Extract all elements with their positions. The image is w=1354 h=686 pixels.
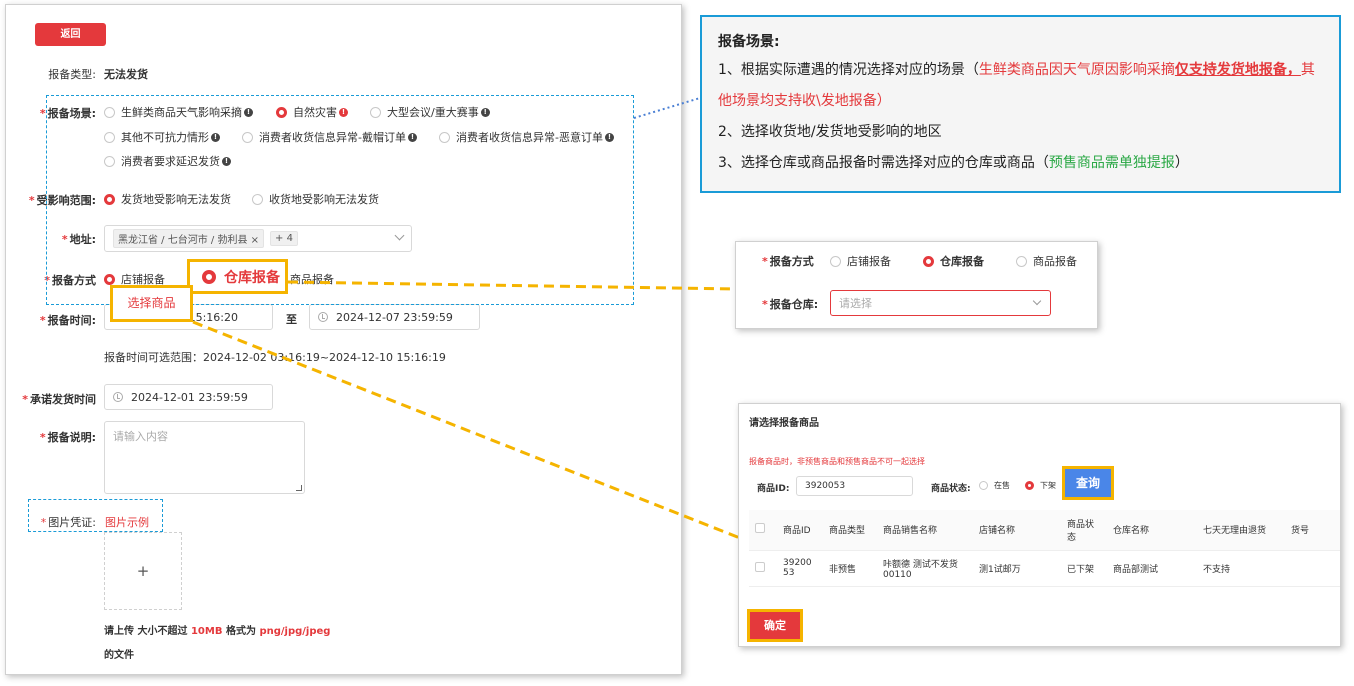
- cell-seven-day: 不支持: [1197, 550, 1285, 587]
- clock-icon: [113, 392, 123, 402]
- time-to: 至: [286, 313, 297, 326]
- warehouse-panel: * 报备方式 店铺报备 仓库报备 商品报备 * 报备仓库: 请选择: [735, 241, 1098, 329]
- status-option-offshelf[interactable]: 下架: [1025, 480, 1056, 491]
- back-button[interactable]: 返回: [35, 23, 106, 46]
- plus-icon: +: [136, 562, 150, 580]
- time-range-note: 报备时间可选范围：2024-12-02 03:16:19~2024-12-10 …: [104, 351, 446, 364]
- cell-goods-name: 咔额德 测试不发货00110: [877, 550, 973, 587]
- goods-id-input[interactable]: 3920053: [796, 476, 913, 496]
- wh-method-label: * 报备方式: [762, 255, 814, 268]
- goods-status-label: 商品状态:: [931, 484, 971, 494]
- wh-warehouse-label: * 报备仓库:: [762, 298, 819, 311]
- select-all-checkbox[interactable]: [755, 523, 765, 534]
- col-header: 七天无理由退货: [1197, 510, 1285, 551]
- query-button[interactable]: 查询: [1062, 466, 1114, 500]
- col-header: 商品销售名称: [877, 510, 973, 551]
- col-header: 商品ID: [777, 510, 823, 551]
- cell-goods-id: 3920053: [777, 550, 823, 587]
- col-header: 店铺名称: [973, 510, 1061, 551]
- chevron-down-icon: [1032, 296, 1042, 306]
- select-goods-highlight[interactable]: 选择商品: [110, 285, 193, 322]
- clock-icon: [318, 312, 328, 322]
- goods-warning: 报备商品时，非预售商品和预售商品不可一起选择: [749, 457, 925, 466]
- notes-title: 报备场景:: [718, 34, 780, 50]
- img-highlight-box: [28, 499, 163, 532]
- col-header: 货号: [1285, 510, 1340, 551]
- promise-label: * 承诺发货时间: [22, 393, 96, 406]
- wh-option-warehouse[interactable]: 仓库报备: [923, 253, 984, 269]
- table-row[interactable]: 3920053 非预售 咔额德 测试不发货00110 测1试邮万 已下架 商品部…: [749, 550, 1340, 587]
- row-checkbox[interactable]: [755, 561, 765, 572]
- type-value: 无法发货: [104, 68, 148, 81]
- promise-input[interactable]: 2024-12-01 23:59:59: [104, 384, 273, 410]
- goods-title: 请选择报备商品: [749, 418, 819, 429]
- warehouse-report-highlight: 仓库报备: [187, 259, 288, 294]
- cell-goods-type: 非预售: [823, 550, 877, 587]
- desc-textarea[interactable]: 请输入内容: [104, 421, 305, 494]
- time-end-input[interactable]: 2024-12-07 23:59:59: [309, 304, 480, 330]
- notes-line-2: 2、选择收货地/发货地受影响的地区: [718, 124, 942, 140]
- scene-highlight-box: [46, 95, 634, 305]
- cell-warehouse: 商品部测试: [1107, 550, 1197, 587]
- col-header: 仓库名称: [1107, 510, 1197, 551]
- confirm-button[interactable]: 确定: [747, 609, 803, 642]
- status-option-onsale[interactable]: 在售: [979, 480, 1010, 491]
- upload-box[interactable]: +: [104, 532, 182, 610]
- notes-line-1: 1、根据实际遭遇的情况选择对应的场景（生鲜类商品因天气原因影响采摘仅支持发货地报…: [718, 62, 1315, 109]
- col-header: 商品类型: [823, 510, 877, 551]
- goods-table: 商品ID 商品类型 商品销售名称 店铺名称 商品状态 仓库名称 七天无理由退货 …: [749, 510, 1340, 587]
- goods-table-header: 商品ID 商品类型 商品销售名称 店铺名称 商品状态 仓库名称 七天无理由退货 …: [749, 510, 1340, 551]
- notes-line-3: 3、选择仓库或商品报备时需选择对应的仓库或商品（预售商品需单独提报）: [718, 155, 1189, 171]
- wh-option-shop[interactable]: 店铺报备: [830, 253, 891, 269]
- desc-label: * 报备说明:: [39, 431, 96, 444]
- upload-note: 请上传 大小不超过 10MB 格式为 png/jpg/jpeg: [104, 626, 331, 637]
- cell-status: 已下架: [1061, 550, 1107, 587]
- type-label: 报备类型:: [48, 68, 96, 81]
- cell-shop-name: 测1试邮万: [973, 550, 1061, 587]
- resize-handle-icon[interactable]: [296, 485, 302, 491]
- upload-note-tail: 的文件: [104, 650, 134, 661]
- goods-panel: 请选择报备商品 报备商品时，非预售商品和预售商品不可一起选择 商品ID: 392…: [738, 403, 1341, 647]
- goods-id-label: 商品ID:: [757, 484, 790, 494]
- time-label: * 报备时间:: [39, 314, 96, 327]
- cell-sku: [1285, 550, 1340, 587]
- notes-panel: 报备场景: 1、根据实际遭遇的情况选择对应的场景（生鲜类商品因天气原因影响采摘仅…: [700, 15, 1341, 193]
- col-header: 商品状态: [1061, 510, 1107, 551]
- wh-warehouse-select[interactable]: 请选择: [830, 290, 1051, 316]
- wh-option-goods[interactable]: 商品报备: [1016, 253, 1077, 269]
